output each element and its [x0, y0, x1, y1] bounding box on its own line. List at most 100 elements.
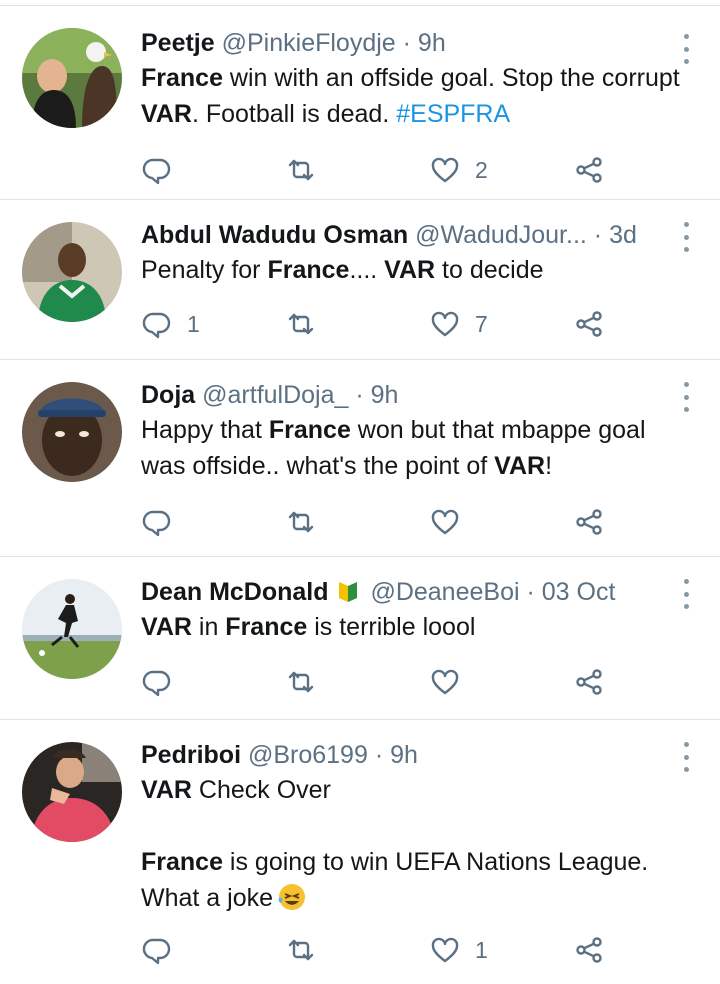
timestamp[interactable]: 3d: [609, 221, 637, 249]
more-options-icon[interactable]: [676, 742, 696, 772]
text-bold: France: [267, 256, 350, 284]
tweet[interactable]: Dean McDonald @DeaneeBoi · 03 Oct VAR in…: [0, 557, 720, 720]
hashtag-link[interactable]: #ESPFRA: [396, 100, 510, 128]
text-bold: France: [141, 64, 223, 92]
reply-button[interactable]: [141, 152, 187, 188]
reply-button[interactable]: [141, 504, 187, 540]
share-button[interactable]: [573, 932, 605, 968]
separator-dot: ·: [593, 221, 603, 249]
like-button[interactable]: 7: [429, 306, 488, 342]
display-name[interactable]: Pedriboi: [141, 741, 241, 769]
timestamp[interactable]: 9h: [418, 29, 446, 57]
more-options-icon[interactable]: [676, 382, 696, 412]
heart-icon: [431, 509, 459, 535]
text-bold: VAR: [141, 613, 192, 641]
share-button[interactable]: [573, 504, 605, 540]
avatar-image: [22, 222, 122, 322]
display-name[interactable]: Abdul Wadudu Osman: [141, 221, 408, 249]
display-name[interactable]: Peetje: [141, 29, 215, 57]
share-button[interactable]: [573, 152, 605, 188]
action-bar: [141, 504, 720, 540]
separator-dot: ·: [355, 381, 364, 409]
text-plain: to decide: [435, 256, 544, 284]
text-plain: ....: [349, 256, 385, 284]
tweet[interactable]: Peetje @PinkieFloydje · 9h France win wi…: [0, 6, 720, 200]
avatar[interactable]: [22, 382, 122, 482]
tweet-header: Abdul Wadudu Osman @WadudJour... · 3d: [141, 218, 680, 252]
text-bold: France: [268, 416, 351, 444]
avatar-image: [22, 28, 122, 128]
display-name[interactable]: Dean McDonald: [141, 578, 329, 606]
text-bold: VAR: [384, 256, 436, 284]
reply-icon: [142, 938, 171, 965]
tweet-header: Doja @artfulDoja_ · 9h: [141, 378, 680, 412]
retweet-icon: [288, 939, 314, 961]
like-count: 7: [475, 310, 488, 337]
user-handle[interactable]: @PinkieFloydje: [222, 29, 396, 57]
beginner-badge-icon: [339, 582, 358, 602]
separator-dot: ·: [526, 578, 535, 606]
share-icon: [576, 509, 602, 535]
retweet-button[interactable]: [285, 664, 317, 700]
like-count: 1: [475, 936, 488, 963]
text-plain: in: [191, 613, 226, 641]
text-plain: . Football is dead.: [191, 100, 397, 128]
timestamp[interactable]: 9h: [390, 741, 418, 769]
retweet-icon: [288, 671, 314, 693]
user-handle[interactable]: @Bro6199: [248, 741, 368, 769]
retweet-button[interactable]: [285, 932, 317, 968]
tweet-header: Pedriboi @Bro6199 · 9h: [141, 738, 680, 772]
like-button[interactable]: [429, 504, 475, 540]
like-button[interactable]: 2: [429, 152, 488, 188]
avatar-image: [22, 382, 122, 482]
timestamp[interactable]: 03 Oct: [542, 578, 616, 606]
text-plain: Happy that: [141, 416, 269, 444]
text-bold: France: [141, 848, 223, 876]
text-plain: Check Over: [191, 776, 331, 804]
user-handle[interactable]: @DeaneeBoi: [370, 578, 519, 606]
avatar[interactable]: [22, 579, 122, 679]
text-plain: Penalty for: [141, 256, 268, 284]
avatar[interactable]: [22, 28, 122, 128]
retweet-button[interactable]: [285, 306, 317, 342]
share-button[interactable]: [573, 664, 605, 700]
user-handle[interactable]: @WadudJour...: [415, 221, 587, 249]
share-icon: [576, 669, 602, 695]
avatar[interactable]: [22, 742, 122, 842]
text-bold: VAR: [141, 776, 192, 804]
action-bar: 1 7: [141, 306, 720, 342]
text-line: France is going to win UEFA Nations Leag…: [141, 844, 680, 916]
action-bar: 1: [141, 932, 720, 968]
tweet-text: France win with an offside goal. Stop th…: [141, 60, 680, 132]
like-count: 2: [475, 156, 488, 183]
like-button[interactable]: [429, 664, 475, 700]
retweet-button[interactable]: [285, 504, 317, 540]
tweet[interactable]: Doja @artfulDoja_ · 9h Happy that France…: [0, 360, 720, 557]
more-options-icon[interactable]: [676, 222, 696, 252]
more-options-icon[interactable]: [676, 579, 696, 609]
text-plain: is terrible loool: [307, 613, 476, 641]
reply-button[interactable]: [141, 932, 187, 968]
tweet-header: Dean McDonald @DeaneeBoi · 03 Oct: [141, 575, 680, 609]
reply-icon: [142, 312, 171, 339]
tweet-text: VAR Check Over France is going to win UE…: [141, 772, 680, 916]
more-options-icon[interactable]: [676, 34, 696, 64]
heart-icon: [431, 937, 459, 963]
user-handle[interactable]: @artfulDoja_: [202, 381, 348, 409]
reply-button[interactable]: [141, 664, 187, 700]
avatar[interactable]: [22, 222, 122, 322]
display-name[interactable]: Doja: [141, 381, 195, 409]
tweet[interactable]: Abdul Wadudu Osman @WadudJour... · 3d Pe…: [0, 200, 720, 360]
share-icon: [576, 157, 602, 183]
avatar-image: [22, 742, 122, 842]
timestamp[interactable]: 9h: [371, 381, 399, 409]
reply-icon: [142, 670, 171, 697]
text-plain: !: [545, 452, 553, 480]
reply-button[interactable]: 1: [141, 306, 200, 342]
share-icon: [576, 937, 602, 963]
retweet-button[interactable]: [285, 152, 317, 188]
tweet-header: Peetje @PinkieFloydje · 9h: [141, 26, 680, 60]
share-button[interactable]: [573, 306, 605, 342]
like-button[interactable]: 1: [429, 932, 488, 968]
tweet[interactable]: Pedriboi @Bro6199 · 9h VAR Check Over Fr…: [0, 720, 720, 982]
